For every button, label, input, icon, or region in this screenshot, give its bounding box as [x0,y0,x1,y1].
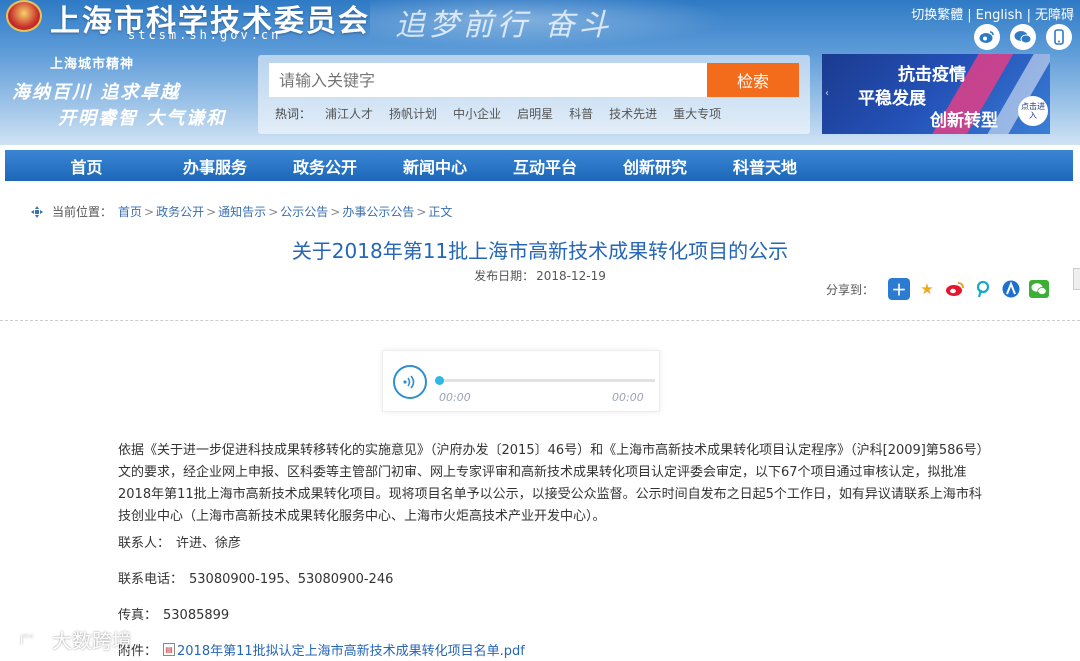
share-label: 分享到： [825,282,874,297]
breadcrumb-separator: > [206,204,217,219]
breadcrumb-separator: > [268,204,279,219]
breadcrumb-item[interactable]: 政务公开 [156,203,204,220]
search-input[interactable] [269,63,707,97]
main-nav: 首页 办事服务 政务公开 新闻中心 互动平台 创新研究 科普天地 [5,150,1073,181]
location-icon [30,205,44,219]
site-domain: stcsm.sh.gov.cn [128,28,282,42]
breadcrumb-item[interactable]: 首页 [118,203,142,220]
hot-word[interactable]: 科普 [569,105,593,122]
breadcrumb-separator: > [144,204,155,219]
breadcrumb-item[interactable]: 公示公告 [280,203,328,220]
share-wechat-icon[interactable] [1028,278,1050,300]
nav-item-home[interactable]: 首页 [5,150,160,181]
article-body: 依据《关于进一步促进科技成果转移转化的实施意见》（沪府办发〔2015〕46号）和… [118,440,988,528]
fax-label: 传真： [118,608,158,623]
hot-word[interactable]: 浦江人才 [325,105,373,122]
hot-word[interactable]: 重大专项 [673,105,721,122]
watermark: ʃ°° 大数跨境 [8,625,132,654]
audio-progress-track[interactable] [435,376,655,385]
national-emblem-icon [6,0,42,32]
contact-fax: 传真： 53085899 [118,604,229,623]
social-links [974,24,1072,50]
hot-words: 热词： 浦江人才 扬帆计划 中小企业 启明星 科普 技术先进 重大专项 [275,105,737,122]
banner-prev-icon[interactable]: ‹ [825,88,829,99]
search-panel: 检索 热词： 浦江人才 扬帆计划 中小企业 启明星 科普 技术先进 重大专项 [258,55,810,134]
content-divider [0,320,1080,321]
breadcrumb-item[interactable]: 通知告示 [218,203,266,220]
article-paragraph: 依据《关于进一步促进科技成果转移转化的实施意见》（沪府办发〔2015〕46号）和… [118,443,984,524]
banner-enter-button[interactable]: 点击进入 [1018,96,1048,126]
wechat-icon[interactable] [1010,24,1036,50]
hot-word[interactable]: 中小企业 [453,105,501,122]
share-renren-icon[interactable] [1000,278,1022,300]
nav-item-science[interactable]: 科普天地 [710,150,820,181]
banner-line-1: 抗击疫情 [898,65,966,85]
breadcrumb-separator: > [330,204,341,219]
top-link-separator: | [1026,8,1031,23]
watermark-logo-icon: ʃ°° [8,629,46,650]
phone-label: 联系电话： [118,572,184,587]
phone-value: 53080900-195、53080900-246 [189,572,394,587]
share-pinterest-icon[interactable] [972,278,994,300]
contact-label: 联系人： [118,536,171,551]
breadcrumb-separator: > [416,204,427,219]
watermark-text: 大数跨境 [52,629,132,653]
fax-value: 53085899 [163,608,230,623]
attachment: 附件： ▤ 2018年第11批拟认定上海市高新技术成果转化项目名单.pdf [118,640,525,659]
article-title: 关于2018年第11批上海市高新技术成果转化项目的公示 [291,239,789,263]
header-calligraphy: 追梦前行 奋斗 [395,8,613,43]
share-favorite-icon[interactable]: ★ [916,278,938,300]
audio-player: 00:00 00:00 [382,350,660,412]
audio-play-icon[interactable] [393,365,427,399]
breadcrumb: 当前位置： 首页 > 政务公开 > 通知告示 > 公示公告 > 办事公示公告 > 正文 [30,203,452,220]
breadcrumb-item[interactable]: 办事公示公告 [342,203,414,220]
nav-item-services[interactable]: 办事服务 [160,150,270,181]
banner-line-3: 创新转型 [930,111,998,131]
share-bar: 分享到： ＋ ★ [826,278,1050,300]
side-scroll-tab[interactable] [1073,268,1080,290]
breadcrumb-item-current[interactable]: 正文 [428,203,452,220]
link-traditional-chinese[interactable]: 切换繁體 [911,8,963,23]
slogan-line-2: 开明睿智 大气谦和 [58,108,227,129]
banner-line-2: 平稳发展 [858,89,926,109]
top-links: 切换繁體 | English | 无障碍 [911,4,1074,23]
nav-item-interaction[interactable]: 互动平台 [490,150,600,181]
link-accessibility[interactable]: 无障碍 [1035,8,1074,23]
link-english[interactable]: English [976,8,1023,23]
pdf-file-icon: ▤ [163,643,176,656]
publish-date-value: 2018-12-19 [536,269,606,283]
slogan-line-1: 海纳百川 追求卓越 [12,82,181,103]
publish-date-label: 发布日期： [474,269,535,283]
breadcrumb-label: 当前位置： [52,205,113,219]
nav-item-gov-info[interactable]: 政务公开 [270,150,380,181]
mobile-icon[interactable] [1046,24,1072,50]
attachment-link[interactable]: 2018年第11批拟认定上海市高新技术成果转化项目名单.pdf [177,640,525,659]
slogan-heading: 上海城市精神 [50,57,135,72]
audio-progress-knob[interactable] [435,376,444,385]
promo-banner[interactable]: ‹ 抗击疫情 平稳发展 创新转型 点击进入 [822,54,1050,134]
contact-phone: 联系电话： 53080900-195、53080900-246 [118,568,393,587]
weibo-icon[interactable] [974,24,1000,50]
share-more-icon[interactable]: ＋ [888,278,910,300]
contact-value: 许进、徐彦 [176,536,242,551]
audio-current-time: 00:00 [439,391,471,404]
top-link-separator: | [967,8,972,23]
nav-item-innovation[interactable]: 创新研究 [600,150,710,181]
contact-person: 联系人： 许进、徐彦 [118,532,241,551]
site-header: 上海市科学技术委员会 stcsm.sh.gov.cn 追梦前行 奋斗 上海城市精… [0,0,1080,145]
hot-word[interactable]: 启明星 [517,105,553,122]
audio-total-time: 00:00 [612,391,644,404]
share-weibo-icon[interactable] [944,278,966,300]
nav-item-news[interactable]: 新闻中心 [380,150,490,181]
hot-word[interactable]: 技术先进 [609,105,657,122]
hot-words-label: 热词： [275,107,312,121]
hot-word[interactable]: 扬帆计划 [389,105,437,122]
search-button[interactable]: 检索 [707,63,799,97]
